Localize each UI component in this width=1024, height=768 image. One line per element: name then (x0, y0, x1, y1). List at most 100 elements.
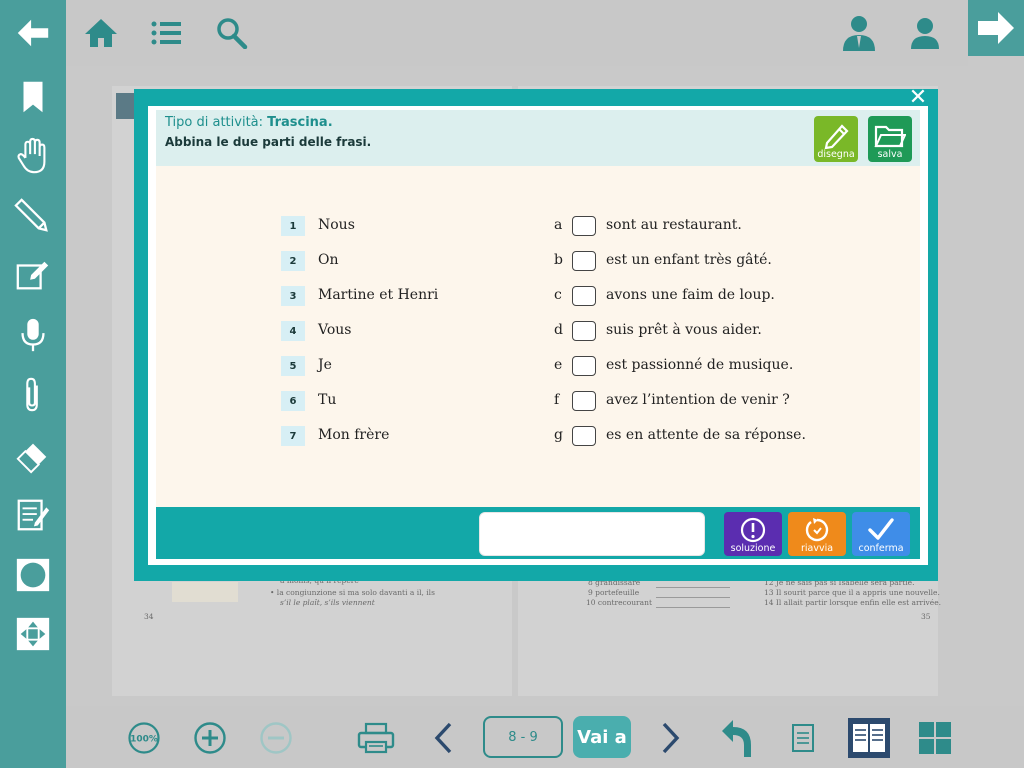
book-line: 13 Il sourit parce que il a appris une n… (764, 588, 940, 597)
item-letter: f (554, 392, 560, 408)
confirm-label: conferma (858, 543, 904, 554)
drop-target[interactable] (572, 426, 596, 446)
drop-target[interactable] (572, 321, 596, 341)
undo-icon[interactable] (714, 716, 758, 760)
back-arrow-icon[interactable] (8, 8, 58, 58)
circle-tool-icon[interactable] (8, 550, 58, 600)
zoom-out-icon[interactable] (258, 720, 294, 756)
double-page-icon[interactable] (846, 716, 892, 760)
folder-icon (874, 125, 906, 148)
next-page-icon[interactable] (656, 720, 686, 756)
zoom-level: 100% (130, 735, 158, 745)
book-thumbnail (116, 93, 134, 119)
top-toolbar (66, 0, 968, 66)
right-item: avons une faim de loup. (606, 287, 775, 303)
exclamation-icon (740, 517, 766, 543)
restart-icon (805, 518, 829, 542)
restart-label: riavvia (800, 543, 834, 554)
item-number: 1 (281, 216, 305, 236)
item-letter: b (554, 252, 563, 268)
item-number: 3 (281, 286, 305, 306)
item-number: 5 (281, 356, 305, 376)
activity-type: Tipo di attività: Trascina. (165, 115, 333, 130)
book-line: s’il le plaît, s’ils viennent (280, 598, 375, 607)
book-line: 14 Il allait partir lorsque enfin elle e… (764, 598, 942, 607)
activity-modal: ✕ Tipo di attività: Trascina. Abbina le … (134, 87, 938, 581)
item-number: 7 (281, 426, 305, 446)
left-item[interactable]: On (318, 252, 339, 268)
list-icon[interactable] (143, 10, 189, 56)
save-label: salva (877, 149, 903, 160)
teacher-icon[interactable] (836, 10, 882, 56)
checkmark-icon (868, 518, 894, 540)
solution-button[interactable]: soluzione (724, 512, 782, 556)
solution-label: soluzione (730, 543, 776, 554)
drop-target[interactable] (572, 216, 596, 236)
right-item: sont au restaurant. (606, 217, 742, 233)
item-letter: a (554, 217, 563, 233)
activity-header: Tipo di attività: Trascina. Abbina le du… (156, 110, 920, 166)
item-letter: g (554, 427, 563, 443)
page-range[interactable]: 8 - 9 (483, 716, 563, 758)
matching-exercise: 1 Nous a sont au restaurant. 2 On b est … (156, 166, 920, 507)
search-icon[interactable] (209, 10, 255, 56)
answer-line (656, 587, 730, 588)
notes-icon[interactable] (8, 490, 58, 540)
activity-type-label: Tipo di attività: (165, 115, 268, 130)
single-page-icon[interactable] (788, 720, 818, 756)
drop-target[interactable] (572, 251, 596, 271)
right-item: suis prêt à vous aider. (606, 322, 762, 338)
fullscreen-icon[interactable] (8, 609, 58, 659)
user-icon[interactable] (902, 10, 948, 56)
activity-panel: Tipo di attività: Trascina. Abbina le du… (148, 106, 928, 565)
item-number: 4 (281, 321, 305, 341)
grid-view-icon[interactable] (918, 720, 952, 756)
item-letter: c (554, 287, 562, 303)
right-item: es en attente de sa réponse. (606, 427, 806, 443)
activity-type-value: Trascina. (267, 115, 333, 130)
left-toolbar (0, 0, 66, 768)
hand-icon[interactable] (8, 131, 58, 181)
pencil-icon[interactable] (8, 190, 58, 240)
forward-arrow-icon[interactable] (968, 0, 1024, 56)
book-image (172, 582, 238, 602)
zoom-in-icon[interactable] (192, 720, 228, 756)
draw-label: disegna (817, 149, 855, 160)
answer-line (656, 597, 730, 598)
left-item[interactable]: Mon frère (318, 427, 389, 443)
left-item[interactable]: Martine et Henri (318, 287, 438, 303)
zoom-reset-button[interactable]: 100% (126, 720, 162, 756)
drop-target[interactable] (572, 391, 596, 411)
drop-target[interactable] (572, 286, 596, 306)
pencil-icon (824, 124, 849, 149)
left-item[interactable]: Je (318, 357, 332, 373)
paperclip-icon[interactable] (8, 370, 58, 420)
go-to-page-button[interactable]: Vai a (573, 716, 631, 758)
previous-page-icon[interactable] (428, 720, 458, 756)
right-item: est passionné de musique. (606, 357, 794, 373)
right-item: est un enfant très gâté. (606, 252, 772, 268)
eraser-icon[interactable] (8, 430, 58, 480)
feedback-field[interactable] (479, 512, 705, 556)
edit-note-icon[interactable] (8, 250, 58, 300)
item-letter: d (554, 322, 563, 338)
restart-button[interactable]: riavvia (788, 512, 846, 556)
left-item[interactable]: Vous (318, 322, 351, 338)
activity-instruction: Abbina le due parti delle frasi. (165, 135, 372, 149)
bookmark-icon[interactable] (8, 72, 58, 122)
page-number-right: 35 (921, 612, 931, 621)
page-number-left: 34 (144, 612, 154, 621)
item-number: 6 (281, 391, 305, 411)
left-item[interactable]: Tu (318, 392, 336, 408)
confirm-button[interactable]: conferma (852, 512, 910, 556)
book-line: • la congiunzione si ma solo davanti a i… (270, 588, 435, 597)
left-item[interactable]: Nous (318, 217, 355, 233)
save-button[interactable]: salva (868, 116, 912, 162)
activity-footer: soluzione riavvia conferma (156, 507, 920, 559)
home-icon[interactable] (78, 10, 124, 56)
print-icon[interactable] (356, 720, 396, 756)
draw-button[interactable]: disegna (814, 116, 858, 162)
item-number: 2 (281, 251, 305, 271)
microphone-icon[interactable] (8, 310, 58, 360)
drop-target[interactable] (572, 356, 596, 376)
